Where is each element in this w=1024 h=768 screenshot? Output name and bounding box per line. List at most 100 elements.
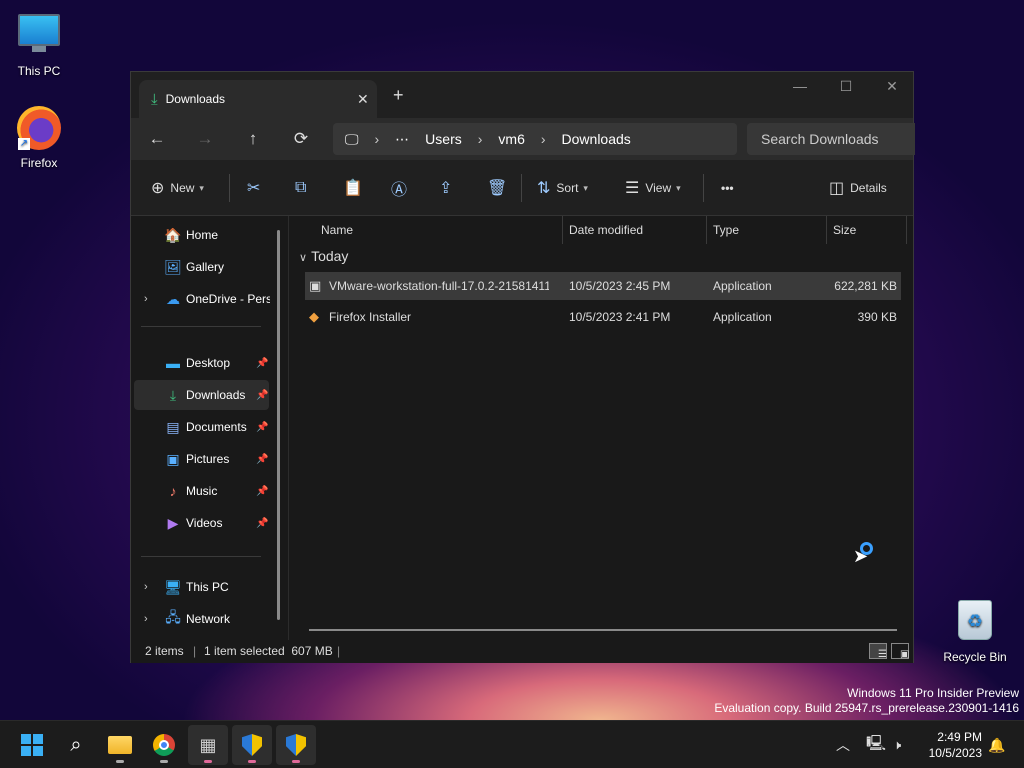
minimize-button[interactable]: — xyxy=(777,78,823,94)
new-label: New xyxy=(170,181,195,195)
windows-logo-icon xyxy=(21,734,43,756)
more-options-button[interactable]: ••• xyxy=(721,160,734,216)
bell-icon: 🔔 xyxy=(988,736,1006,753)
music-icon: ♪ xyxy=(169,483,177,499)
breadcrumb-downloads[interactable]: Downloads xyxy=(562,131,631,147)
share-button[interactable]: ⇪ xyxy=(439,160,458,216)
sidebar-item-downloads[interactable]: ⤓ Downloads 📌 xyxy=(134,380,269,410)
desktop-icon-label: Firefox xyxy=(20,156,58,170)
details-button[interactable]: ◫ Details xyxy=(829,160,887,216)
vmware-installer-icon: ▣ xyxy=(309,278,322,293)
title-bar: ⤓ Downloads ✕ + — ☐ ✕ xyxy=(131,72,913,118)
sidebar-item-documents[interactable]: ▤ Documents 📌 xyxy=(134,412,269,442)
sidebar-item-desktop[interactable]: ▬ Desktop 📌 xyxy=(134,348,269,378)
sidebar-item-this-pc[interactable]: › 🖥 This PC xyxy=(134,572,269,602)
chevron-right-icon[interactable]: › xyxy=(144,581,148,593)
group-header-today[interactable]: ∨ Today xyxy=(299,248,348,264)
maximize-button[interactable]: ☐ xyxy=(823,78,869,95)
desktop-icon-this-pc[interactable]: This PC xyxy=(4,10,74,78)
download-icon: ⤓ xyxy=(169,386,177,403)
search-button[interactable]: ⌕ xyxy=(56,725,96,765)
sidebar-scrollbar[interactable] xyxy=(277,230,280,620)
tab-downloads[interactable]: ⤓ Downloads ✕ xyxy=(139,80,377,118)
forward-button[interactable]: → xyxy=(181,129,229,149)
download-icon: ⤓ xyxy=(151,90,158,108)
firefox-installer-icon: ◆ xyxy=(309,309,319,324)
chevron-right-icon[interactable]: › xyxy=(144,293,148,305)
view-button[interactable]: ☰ View ▾ xyxy=(625,160,681,216)
copy-button[interactable]: ⧉ xyxy=(295,160,312,216)
column-header-type[interactable]: Type xyxy=(713,216,739,244)
taskbar-uac-1[interactable] xyxy=(232,725,272,765)
breadcrumb-vm6[interactable]: vm6 xyxy=(498,131,524,147)
sidebar-item-gallery[interactable]: 🖼 Gallery xyxy=(134,252,269,282)
details-view-button[interactable]: ☰ xyxy=(869,643,887,660)
desktop-icon-recycle-bin[interactable]: Recycle Bin xyxy=(940,598,1010,664)
delete-button[interactable]: 🗑 xyxy=(487,160,513,216)
rename-icon: Ⓐ xyxy=(391,182,408,199)
file-date: 10/5/2023 2:45 PM xyxy=(569,279,671,293)
sidebar-item-label: This PC xyxy=(186,580,229,594)
taskbar-uac-2[interactable] xyxy=(276,725,316,765)
taskbar: ⌕ ▦ ︿ 🖳 🕨 2:49 PM 10/5/2023 🔔 xyxy=(0,720,1024,768)
taskbar-file-explorer[interactable] xyxy=(100,725,140,765)
recycle-bin-icon xyxy=(952,600,998,646)
horizontal-scrollbar[interactable] xyxy=(309,629,897,631)
sort-button[interactable]: ⇅ Sort ▾ xyxy=(537,160,588,216)
sidebar-item-onedrive[interactable]: › ☁ OneDrive - Personal xyxy=(134,284,270,314)
file-type: Application xyxy=(713,279,772,293)
shield-icon xyxy=(242,734,262,756)
gallery-icon: 🖼 xyxy=(164,258,182,275)
breadcrumb-users[interactable]: Users xyxy=(425,131,462,147)
refresh-button[interactable]: ⟳ xyxy=(277,129,325,149)
tiles-view-button[interactable]: ▣ xyxy=(891,643,909,660)
sidebar-item-videos[interactable]: ▶ Videos 📌 xyxy=(134,508,269,538)
up-button[interactable]: ↑ xyxy=(229,129,277,149)
cut-button[interactable]: ✂ xyxy=(247,160,266,216)
sidebar-item-network[interactable]: › 🖧 Network xyxy=(134,604,269,634)
tab-close-icon[interactable]: ✕ xyxy=(357,91,377,108)
sidebar-item-pictures[interactable]: ▣ Pictures 📌 xyxy=(134,444,269,474)
start-button[interactable] xyxy=(12,725,52,765)
desktop-icon-firefox[interactable]: ↗ Firefox xyxy=(4,106,74,170)
search-input[interactable]: Search Downloads xyxy=(747,123,915,155)
file-name: VMware-workstation-full-17.0.2-21581411 xyxy=(329,279,549,293)
notifications-button[interactable]: 🔔 xyxy=(988,721,1005,768)
chevron-down-icon: ▾ xyxy=(583,182,588,193)
chevron-right-icon[interactable]: › xyxy=(144,613,148,625)
file-size: 390 KB xyxy=(857,310,897,324)
column-header-name[interactable]: Name xyxy=(321,216,353,244)
network-status[interactable]: 🖳 xyxy=(866,721,886,768)
desktop-icon: ▬ xyxy=(166,355,180,371)
home-icon: 🏠 xyxy=(164,226,182,243)
navigation-pane: 🏠 Home 🖼 Gallery › ☁ OneDrive - Personal… xyxy=(131,216,285,640)
file-row[interactable]: ▣ VMware-workstation-full-17.0.2-2158141… xyxy=(305,272,901,300)
tray-overflow-button[interactable]: ︿ xyxy=(836,721,850,768)
taskbar-chrome[interactable] xyxy=(144,725,184,765)
taskbar-clock[interactable]: 2:49 PM 10/5/2023 xyxy=(918,729,982,761)
paste-button[interactable]: 📋 xyxy=(343,160,369,216)
pin-icon: 📌 xyxy=(256,357,269,369)
installer-icon: ▦ xyxy=(199,734,217,755)
sidebar-item-home[interactable]: 🏠 Home xyxy=(134,220,269,250)
file-list: Name Date modified Type Size ∨ Today ▣ VM… xyxy=(291,216,915,640)
taskbar-installer[interactable]: ▦ xyxy=(188,725,228,765)
new-button[interactable]: ⊕ New ▾ xyxy=(151,160,204,216)
clock-date: 10/5/2023 xyxy=(928,746,982,760)
file-row[interactable]: ◆ Firefox Installer 10/5/2023 2:41 PM Ap… xyxy=(305,303,901,331)
picture-icon: ▣ xyxy=(166,450,180,467)
desktop-icon-label: This PC xyxy=(17,64,61,78)
pin-icon: 📌 xyxy=(256,389,269,401)
rename-button[interactable]: Ⓐ xyxy=(391,160,413,216)
column-header-date[interactable]: Date modified xyxy=(569,216,643,244)
close-button[interactable]: ✕ xyxy=(869,78,915,95)
muted-speaker-icon: 🕨 xyxy=(893,737,902,752)
new-tab-button[interactable]: + xyxy=(393,85,404,106)
sidebar-item-music[interactable]: ♪ Music 📌 xyxy=(134,476,269,506)
volume-status[interactable]: 🕨 xyxy=(893,721,901,768)
back-button[interactable]: ← xyxy=(133,129,181,149)
column-header-size[interactable]: Size xyxy=(833,216,856,244)
breadcrumb[interactable]: 🖵 › ⋯ Users › vm6 › Downloads xyxy=(333,123,737,155)
breadcrumb-more[interactable]: ⋯ xyxy=(395,131,409,148)
busy-spinner-icon xyxy=(860,542,873,555)
